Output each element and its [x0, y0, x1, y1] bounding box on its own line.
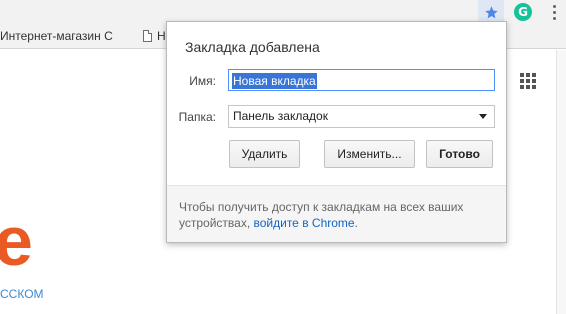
bookmark-name-value: Новая вкладка: [232, 73, 317, 89]
site-logo-subtitle[interactable]: ССКОМ: [0, 287, 44, 301]
dropdown-caret-icon: [479, 114, 487, 119]
popup-title: Закладка добавлена: [185, 39, 320, 55]
folder-label: Папка:: [178, 110, 216, 124]
more-vertical-icon[interactable]: [548, 3, 560, 21]
page-icon: [143, 30, 152, 42]
star-icon: [484, 5, 498, 18]
page-scrollbar[interactable]: [556, 50, 566, 314]
bookmark-added-popup: Закладка добавлена Имя: Новая вкладка Па…: [166, 21, 507, 243]
done-button[interactable]: Готово: [426, 140, 493, 168]
edit-button[interactable]: Изменить...: [324, 140, 415, 168]
browser-window: G Интернет-магазин С Но e ССКОМ Закладка…: [0, 0, 566, 314]
footer-end: .: [354, 216, 358, 230]
folder-select-value: Панель закладок: [233, 109, 328, 123]
bookmark-item-store[interactable]: Интернет-магазин С: [0, 29, 138, 43]
grammarly-icon[interactable]: G: [514, 3, 532, 21]
bookmark-name-input[interactable]: Новая вкладка: [228, 69, 495, 91]
folder-select[interactable]: Панель закладок: [228, 105, 495, 128]
site-logo-letter: e: [0, 202, 33, 280]
apps-grid-icon[interactable]: [520, 73, 536, 89]
popup-footer: Чтобы получить доступ к закладкам на все…: [167, 185, 506, 242]
sign-in-link[interactable]: войдите в Chrome: [254, 216, 355, 230]
grammarly-glyph: G: [518, 5, 528, 19]
remove-button[interactable]: Удалить: [229, 140, 300, 168]
name-label: Имя:: [189, 74, 216, 88]
